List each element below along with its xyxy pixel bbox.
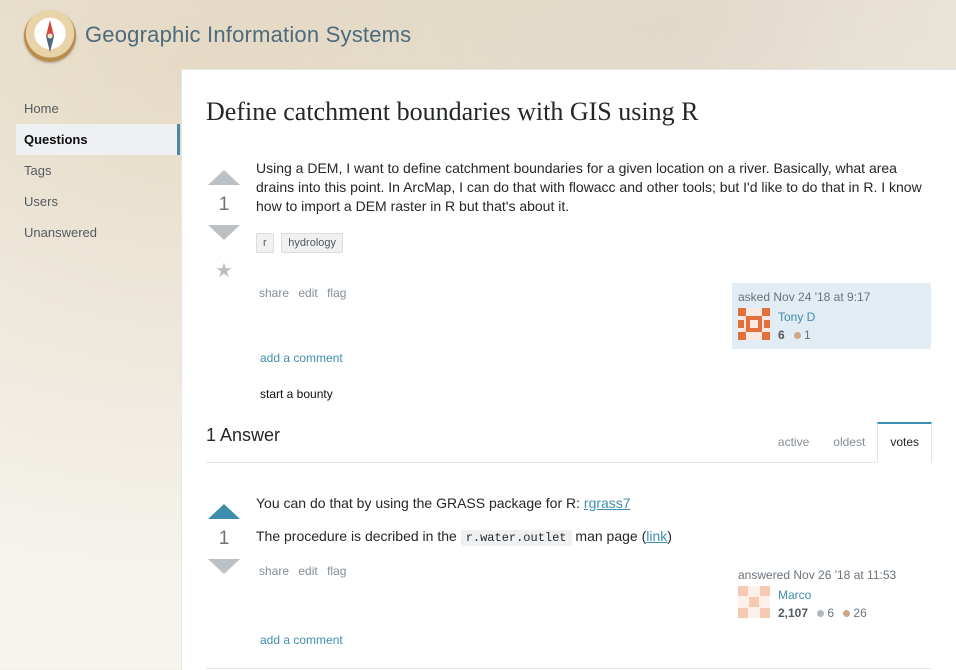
tab-oldest[interactable]: oldest xyxy=(821,422,877,462)
tag-r[interactable]: r xyxy=(256,233,274,253)
nav-item-questions[interactable]: Questions xyxy=(16,124,180,155)
question-vote-cell: 1 ★ xyxy=(206,170,242,283)
bronze-badge-count: 26 xyxy=(853,606,867,620)
answer-vote-cell: 1 xyxy=(206,504,242,574)
edit-link[interactable]: edit xyxy=(298,286,317,300)
question-body: Using a DEM, I want to define catchment … xyxy=(256,159,936,230)
main-content: Define catchment boundaries with GIS usi… xyxy=(181,69,956,670)
answer-vote-count: 1 xyxy=(218,528,230,549)
nav-item-unanswered[interactable]: Unanswered xyxy=(16,217,180,248)
upvote-arrow-icon[interactable] xyxy=(208,504,240,519)
flag-link[interactable]: flag xyxy=(327,286,346,300)
answered-timestamp: answered Nov 26 '18 at 11:53 xyxy=(738,568,897,582)
user-name[interactable]: Marco xyxy=(778,588,811,602)
downvote-arrow-icon[interactable] xyxy=(208,225,240,240)
nav-item-users[interactable]: Users xyxy=(16,186,180,217)
bronze-badge-count: 1 xyxy=(804,328,811,342)
question-vote-count: 1 xyxy=(218,194,230,215)
answer-text: You can do that by using the GRASS packa… xyxy=(256,495,584,511)
answer-owner-card: answered Nov 26 '18 at 11:53 Marco 2,107… xyxy=(732,561,931,627)
user-reputation: 2,107 6 26 xyxy=(778,606,867,620)
nav-item-tags[interactable]: Tags xyxy=(16,155,180,186)
share-link[interactable]: share xyxy=(259,564,289,578)
bronze-badge-icon xyxy=(794,332,802,339)
answer-body: You can do that by using the GRASS packa… xyxy=(256,494,936,562)
answer-sort-tabs: active oldest votes xyxy=(766,422,932,463)
downvote-arrow-icon[interactable] xyxy=(208,559,240,574)
site-title[interactable]: Geographic Information Systems xyxy=(85,22,411,48)
flag-link[interactable]: flag xyxy=(327,564,346,578)
tag-hydrology[interactable]: hydrology xyxy=(281,233,343,253)
answer-paragraph-1: You can do that by using the GRASS packa… xyxy=(256,494,936,513)
nav-item-home[interactable]: Home xyxy=(16,93,180,124)
start-bounty-link[interactable]: start a bounty xyxy=(260,387,333,401)
question-text: Using a DEM, I want to define catchment … xyxy=(256,160,922,214)
answer-post-menu: share edit flag xyxy=(259,564,352,578)
man-page-link[interactable]: link xyxy=(646,528,667,544)
avatar[interactable] xyxy=(738,308,770,340)
inline-code: r.water.outlet xyxy=(460,530,572,546)
compass-logo-icon[interactable] xyxy=(24,10,76,62)
upvote-arrow-icon[interactable] xyxy=(208,170,240,185)
reputation-score: 2,107 xyxy=(778,606,809,620)
avatar[interactable] xyxy=(738,586,770,618)
add-comment-link[interactable]: add a comment xyxy=(260,351,343,365)
user-reputation: 6 1 xyxy=(778,328,811,342)
edit-link[interactable]: edit xyxy=(298,564,317,578)
answer-text: The procedure is decribed in the xyxy=(256,528,461,544)
question-tags: r hydrology xyxy=(256,233,347,253)
reputation-score: 6 xyxy=(778,328,785,342)
silver-badge-count: 6 xyxy=(827,606,835,620)
answer-paragraph-2: The procedure is decribed in the r.water… xyxy=(256,527,936,548)
answers-count: 1 Answer xyxy=(206,425,281,445)
question-owner-card: asked Nov 24 '18 at 9:17 Tony D 6 1 xyxy=(732,283,931,349)
silver-badge-icon xyxy=(817,610,825,617)
answer-text: man page ( xyxy=(571,528,647,544)
share-link[interactable]: share xyxy=(259,286,289,300)
user-name[interactable]: Tony D xyxy=(778,310,815,324)
question-title[interactable]: Define catchment boundaries with GIS usi… xyxy=(206,97,698,127)
site-header: Geographic Information Systems xyxy=(0,0,956,70)
favorite-star-icon[interactable]: ★ xyxy=(206,258,242,283)
answers-header: 1 Answer active oldest votes xyxy=(206,422,932,463)
rgrass7-link[interactable]: rgrass7 xyxy=(584,495,631,511)
answer-text: ) xyxy=(667,528,672,544)
tab-active[interactable]: active xyxy=(766,422,821,462)
add-comment-link[interactable]: add a comment xyxy=(260,633,343,647)
asked-timestamp: asked Nov 24 '18 at 9:17 xyxy=(738,290,871,304)
tab-votes[interactable]: votes xyxy=(877,422,932,463)
left-nav: Home Questions Tags Users Unanswered xyxy=(16,93,180,248)
bronze-badge-icon xyxy=(843,610,851,617)
question-post-menu: share edit flag xyxy=(259,286,352,300)
